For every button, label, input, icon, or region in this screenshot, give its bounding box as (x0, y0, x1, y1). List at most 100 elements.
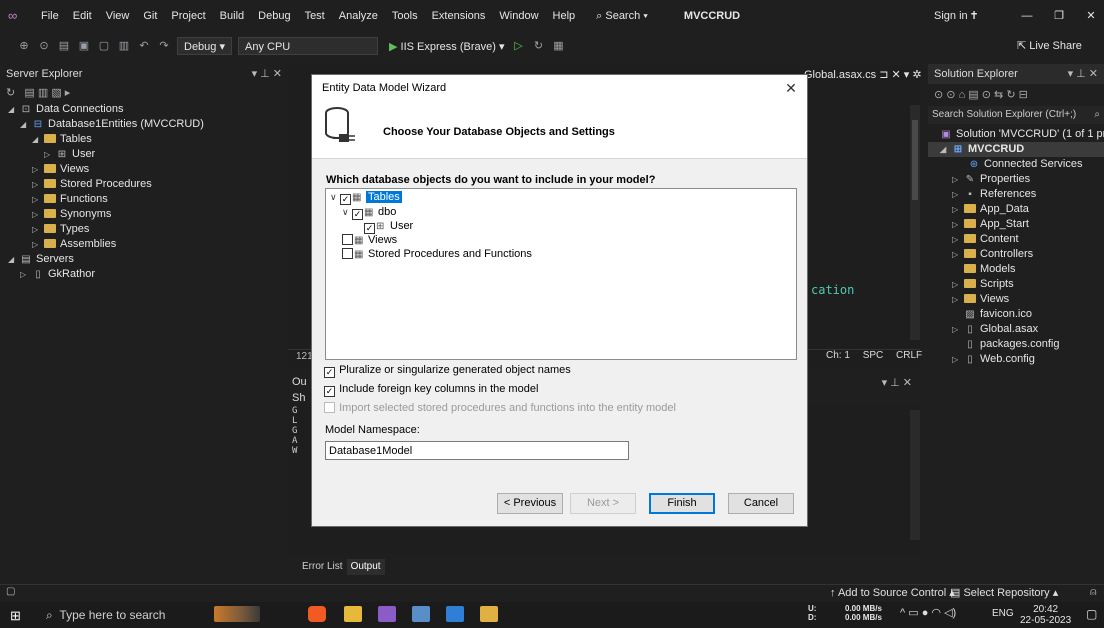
wifi-icon[interactable]: ◠ (931, 607, 941, 619)
tree-item-stored-procedures[interactable]: ▷ Stored Procedures (0, 177, 288, 192)
notification-area-icon[interactable]: ▢ (6, 586, 15, 597)
menu-extensions[interactable]: Extensions (425, 0, 493, 32)
tree-item-scripts[interactable]: ▷ Scripts (928, 277, 1104, 292)
tree-node-stored-procedures[interactable]: ▦ Stored Procedures and Functions (342, 247, 532, 261)
save-icon[interactable]: ▢ (96, 38, 112, 54)
refresh-icon[interactable]: ↻ (530, 38, 546, 54)
taskbar-search-box[interactable]: ⌕ Type here to search (38, 604, 208, 626)
tree-node-views[interactable]: ▦ Views (342, 233, 397, 247)
redo-icon[interactable]: ↷ (156, 38, 172, 54)
dbo-checkbox[interactable]: ✓ (352, 209, 363, 220)
menu-edit[interactable]: Edit (66, 0, 99, 32)
output-scrollbar[interactable] (910, 410, 920, 540)
model-namespace-input[interactable] (325, 441, 629, 460)
previous-button[interactable]: < Previous (497, 493, 563, 514)
system-tray-icons[interactable]: ^ ▭ ● ◠ ◁) (900, 606, 956, 619)
panel-controls[interactable]: ▾ ⊥ ✕ (882, 376, 912, 389)
notepad-icon[interactable] (412, 606, 430, 622)
pin-icon[interactable]: ⊐ (879, 69, 888, 81)
undo-icon[interactable]: ↶ (136, 38, 152, 54)
foreign-keys-option[interactable]: ✓ Include foreign key columns in the mod… (324, 382, 538, 397)
chevron-down-icon[interactable]: ∨ (330, 190, 340, 204)
close-icon[interactable]: ✕ (781, 75, 801, 101)
layout-icon[interactable]: ▦ (550, 38, 566, 54)
panel-controls[interactable]: ▾ ⊥ ✕ (1068, 64, 1098, 84)
back-icon[interactable]: ⊕ (16, 38, 32, 54)
tree-item-connected-services[interactable]: ⊛ Connected Services (928, 157, 1104, 172)
switch-views-icon[interactable]: ▤ (968, 89, 978, 101)
tree-item-server-gkrathor[interactable]: ▷ ▯ GkRathor (0, 267, 288, 282)
menu-view[interactable]: View (99, 0, 137, 32)
tree-item-data-connections[interactable]: ◢ ⊡ Data Connections (0, 102, 288, 117)
menu-build[interactable]: Build (213, 0, 251, 32)
column-indicator[interactable]: Ch: 1 (826, 350, 850, 361)
tree-item-references[interactable]: ▷ ▪ References (928, 187, 1104, 202)
tree-item-functions[interactable]: ▷ Functions (0, 192, 288, 207)
new-project-icon[interactable]: ▤ (56, 38, 72, 54)
tree-node-tables[interactable]: ∨ ✓ ▦ Tables (330, 190, 402, 205)
tree-item-properties[interactable]: ▷ ✎ Properties (928, 172, 1104, 187)
refresh-icon[interactable]: ↻ (1006, 89, 1015, 101)
minimize-icon[interactable]: — (1012, 0, 1042, 32)
tree-item-content[interactable]: ▷ Content (928, 232, 1104, 247)
language-indicator[interactable]: ENG (992, 608, 1014, 619)
chevron-down-icon[interactable]: ∨ (342, 205, 352, 219)
menu-window[interactable]: Window (492, 0, 545, 32)
tree-item-app-data[interactable]: ▷ App_Data (928, 202, 1104, 217)
pluralize-checkbox[interactable]: ✓ (324, 367, 335, 378)
tree-item-solution[interactable]: ▣Solution 'MVCCRUD' (1 of 1 project) (928, 127, 1104, 142)
tree-item-controllers[interactable]: ▷ Controllers (928, 247, 1104, 262)
tree-node-dbo[interactable]: ∨ ✓ ▦ dbo (342, 205, 396, 220)
line-ending-indicator[interactable]: CRLF (896, 350, 922, 361)
tree-item-database[interactable]: ◢ ⊟ Database1Entities (MVCCRUD) (0, 117, 288, 132)
cancel-button[interactable]: Cancel (728, 493, 794, 514)
tree-item-user[interactable]: ▷ ⊞ User (0, 147, 288, 162)
windows-start-icon[interactable]: ⊞ (10, 608, 21, 624)
tab-output[interactable]: Output (346, 559, 385, 575)
search-menu[interactable]: ⌕ Search ▾ (588, 10, 656, 23)
tree-item-project[interactable]: ◢ ⊞ MVCCRUD (928, 142, 1104, 157)
restore-icon[interactable]: ❐ (1044, 0, 1074, 32)
tree-node-user[interactable]: ✓ ⊞ User (364, 219, 413, 234)
sign-in-button[interactable]: Sign in 🕇 (934, 0, 977, 32)
connect-server-icon[interactable]: ▥ (38, 87, 48, 99)
forward-icon[interactable]: ⊙ (946, 89, 955, 101)
panel-controls[interactable]: ▾ ⊥ ✕ (252, 64, 282, 84)
close-window-icon[interactable]: ✕ (1076, 0, 1104, 32)
save-all-icon[interactable]: ▥ (116, 38, 132, 54)
tree-item-synonyms[interactable]: ▷ Synonyms (0, 207, 288, 222)
tab-error-list[interactable]: Error List (298, 559, 347, 575)
tree-item-favicon[interactable]: ▨ favicon.ico (928, 307, 1104, 322)
notifications-icon[interactable]: ▢ (1086, 607, 1097, 621)
tree-item-packages-config[interactable]: ▯ packages.config (928, 337, 1104, 352)
tree-item-servers[interactable]: ◢ ▤ Servers (0, 252, 288, 267)
live-share-button[interactable]: ⇱ Live Share (1017, 32, 1082, 60)
app-icon[interactable] (446, 606, 464, 622)
weather-widget-icon[interactable] (214, 606, 260, 622)
menu-test[interactable]: Test (298, 0, 332, 32)
back-icon[interactable]: ⊙ (934, 89, 943, 101)
brave-browser-icon[interactable] (308, 606, 326, 622)
whitespace-indicator[interactable]: SPC (863, 350, 884, 361)
connect-database-icon[interactable]: ▤ (24, 87, 34, 99)
finish-button[interactable]: Finish (649, 493, 715, 514)
foreign-keys-checkbox[interactable]: ✓ (324, 386, 335, 397)
sharepoint-icon[interactable]: ▧ (51, 87, 61, 99)
collapse-icon[interactable]: ⊟ (1019, 89, 1028, 101)
tables-checkbox[interactable]: ✓ (340, 194, 351, 205)
visual-studio-icon[interactable] (378, 606, 396, 622)
paint-icon[interactable] (480, 606, 498, 622)
views-checkbox[interactable] (342, 234, 353, 245)
menu-git[interactable]: Git (136, 0, 164, 32)
chrome-icon[interactable]: ● (922, 607, 929, 619)
sync-icon[interactable]: ⇆ (994, 89, 1003, 101)
volume-icon[interactable]: ◁) (944, 607, 956, 619)
add-to-source-control-button[interactable]: ↑ Add to Source Control ▴ (830, 586, 955, 599)
tree-item-global-asax[interactable]: ▷ ▯ Global.asax (928, 322, 1104, 337)
close-tab-icon[interactable]: ✕ (892, 69, 901, 81)
menu-file[interactable]: File (34, 0, 66, 32)
bell-icon[interactable]: ⍝ (1090, 586, 1097, 599)
pending-changes-icon[interactable]: ⊙ (982, 89, 991, 101)
platform-select[interactable]: Any CPU (238, 37, 378, 55)
tree-item-tables[interactable]: ◢ Tables (0, 132, 288, 147)
